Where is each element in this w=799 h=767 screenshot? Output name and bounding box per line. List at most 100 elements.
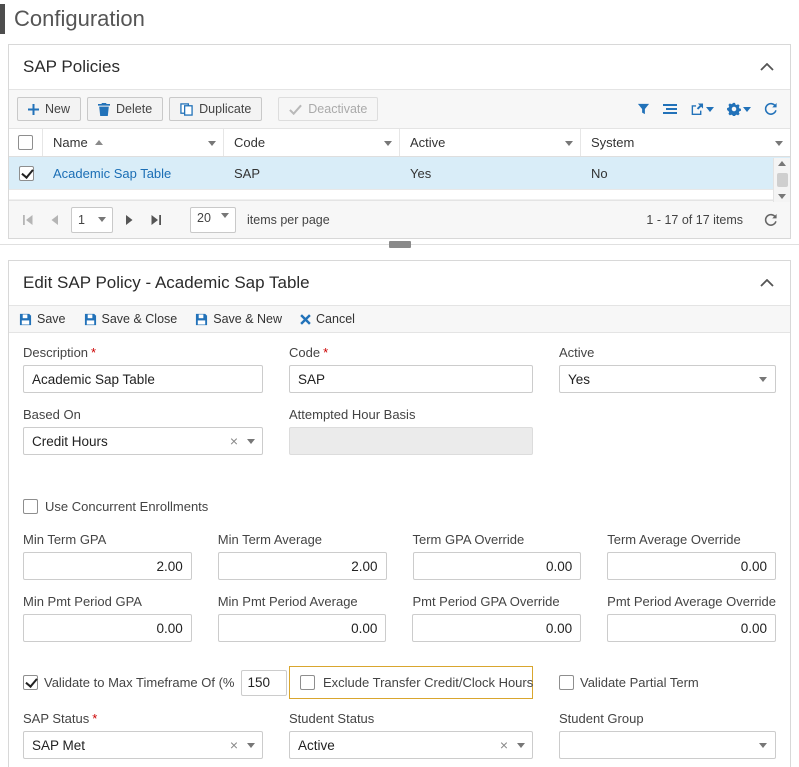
field-term-gpa-override: Term GPA Override: [413, 532, 582, 580]
save-new-icon: [195, 313, 208, 326]
chevron-down-icon[interactable]: [384, 141, 392, 146]
next-page-button[interactable]: [118, 209, 140, 231]
column-header-system[interactable]: System: [581, 129, 790, 156]
pager-range-label: 1 - 17 of 17 items: [646, 213, 743, 227]
active-select[interactable]: Yes: [559, 365, 776, 393]
chevron-down-icon[interactable]: [208, 141, 216, 146]
row-checkbox[interactable]: [19, 166, 34, 181]
pmt-period-average-override-input[interactable]: [607, 614, 776, 642]
description-label: Description: [23, 345, 88, 360]
collapse-panel-button[interactable]: [758, 277, 776, 289]
close-icon: [300, 314, 311, 325]
validate-max-timeframe-checkbox[interactable]: [23, 675, 38, 690]
student-status-combobox[interactable]: ×: [289, 731, 533, 759]
sap-status-combobox[interactable]: ×: [23, 731, 263, 759]
validate-max-timeframe-input[interactable]: [241, 670, 287, 696]
scroll-down-icon[interactable]: [778, 194, 786, 199]
sap-status-label: SAP Status: [23, 711, 89, 726]
term-average-override-input[interactable]: [607, 552, 776, 580]
grid-toolbar-icons: [637, 102, 782, 116]
save-and-close-button[interactable]: Save & Close: [84, 312, 178, 326]
new-button[interactable]: New: [17, 97, 81, 121]
sap-status-input[interactable]: [23, 731, 263, 759]
column-header-active[interactable]: Active: [400, 129, 581, 156]
scroll-up-icon[interactable]: [778, 161, 786, 166]
use-concurrent-enrollments-checkbox[interactable]: [23, 499, 38, 514]
active-label: Active: [559, 345, 594, 360]
chevron-down-icon: [706, 107, 714, 112]
pmt-period-gpa-override-input[interactable]: [412, 614, 581, 642]
student-group-label: Student Group: [559, 711, 644, 726]
column-header-code[interactable]: Code: [224, 129, 400, 156]
deactivate-button[interactable]: Deactivate: [278, 97, 378, 121]
refresh-icon[interactable]: [764, 102, 778, 116]
plus-icon: [28, 104, 39, 115]
sap-policies-panel: SAP Policies New Delete: [8, 44, 791, 239]
field-term-average-override: Term Average Override: [607, 532, 776, 580]
field-description: Description*: [23, 345, 263, 393]
column-header-name[interactable]: Name: [43, 129, 224, 156]
row-code: SAP: [224, 166, 400, 181]
duplicate-button[interactable]: Duplicate: [169, 97, 262, 121]
min-pmt-period-average-input[interactable]: [218, 614, 387, 642]
field-sap-status: SAP Status* ×: [23, 711, 263, 759]
chevron-down-icon[interactable]: [247, 439, 255, 444]
exclude-transfer-label: Exclude Transfer Credit/Clock Hours: [323, 675, 533, 690]
save-and-new-button[interactable]: Save & New: [195, 312, 282, 326]
last-page-button[interactable]: [145, 209, 167, 231]
select-all-checkbox[interactable]: [18, 135, 33, 150]
policy-name-link[interactable]: Academic Sap Table: [53, 166, 171, 181]
term-gpa-override-input[interactable]: [413, 552, 582, 580]
attempted-hour-basis-label: Attempted Hour Basis: [289, 407, 415, 422]
save-button[interactable]: Save: [19, 312, 66, 326]
field-code: Code*: [289, 345, 533, 393]
chevron-down-icon[interactable]: [247, 743, 255, 748]
min-term-gpa-input[interactable]: [23, 552, 192, 580]
filter-icon[interactable]: [637, 103, 650, 116]
scrollbar-thumb[interactable]: [777, 173, 788, 187]
clear-icon[interactable]: ×: [230, 738, 238, 752]
edit-form: Description* Code* Active Yes: [9, 333, 790, 767]
previous-page-button[interactable]: [44, 209, 66, 231]
edit-panel-title: Edit SAP Policy - Academic Sap Table: [23, 273, 310, 293]
table-row[interactable]: Academic Sap Table SAP Yes No: [9, 157, 790, 190]
clear-icon[interactable]: ×: [230, 434, 238, 448]
chevron-down-icon[interactable]: [565, 141, 573, 146]
validate-partial-term-label: Validate Partial Term: [580, 675, 699, 690]
cancel-button[interactable]: Cancel: [300, 312, 355, 326]
refresh-icon[interactable]: [760, 209, 782, 231]
chevron-down-icon[interactable]: [517, 743, 525, 748]
student-status-input[interactable]: [289, 731, 533, 759]
clear-icon[interactable]: ×: [500, 738, 508, 752]
splitter-handle[interactable]: [389, 241, 411, 248]
code-input[interactable]: [289, 365, 533, 393]
first-page-button[interactable]: [17, 209, 39, 231]
description-input[interactable]: [23, 365, 263, 393]
row-system: No: [581, 166, 790, 181]
page-select[interactable]: 1: [71, 207, 113, 233]
sap-policies-panel-header: SAP Policies: [9, 45, 790, 89]
field-attempted-hour-basis: Attempted Hour Basis: [289, 407, 533, 455]
min-pmt-period-gpa-input[interactable]: [23, 614, 192, 642]
based-on-combobox[interactable]: ×: [23, 427, 263, 455]
delete-button[interactable]: Delete: [87, 97, 163, 121]
field-student-group: Student Group: [559, 711, 776, 759]
vertical-scrollbar[interactable]: [773, 158, 790, 202]
column-menu-icon[interactable]: [663, 103, 677, 115]
field-min-term-gpa: Min Term GPA: [23, 532, 192, 580]
collapse-panel-button[interactable]: [758, 61, 776, 73]
student-group-select[interactable]: [559, 731, 776, 759]
chevron-down-icon[interactable]: [775, 141, 783, 146]
field-validate-partial-term: Validate Partial Term: [559, 675, 776, 690]
settings-icon[interactable]: [727, 102, 751, 116]
validate-partial-term-checkbox[interactable]: [559, 675, 574, 690]
based-on-input[interactable]: [23, 427, 263, 455]
exclude-transfer-checkbox[interactable]: [300, 675, 315, 690]
field-student-status: Student Status ×: [289, 711, 533, 759]
min-term-average-input[interactable]: [218, 552, 387, 580]
use-concurrent-enrollments-label: Use Concurrent Enrollments: [45, 499, 208, 514]
validate-max-timeframe-label: Validate to Max Timeframe Of (%: [44, 675, 235, 690]
sort-ascending-icon: [95, 140, 103, 145]
export-icon[interactable]: [690, 103, 714, 116]
page-size-select[interactable]: 20: [190, 207, 236, 233]
